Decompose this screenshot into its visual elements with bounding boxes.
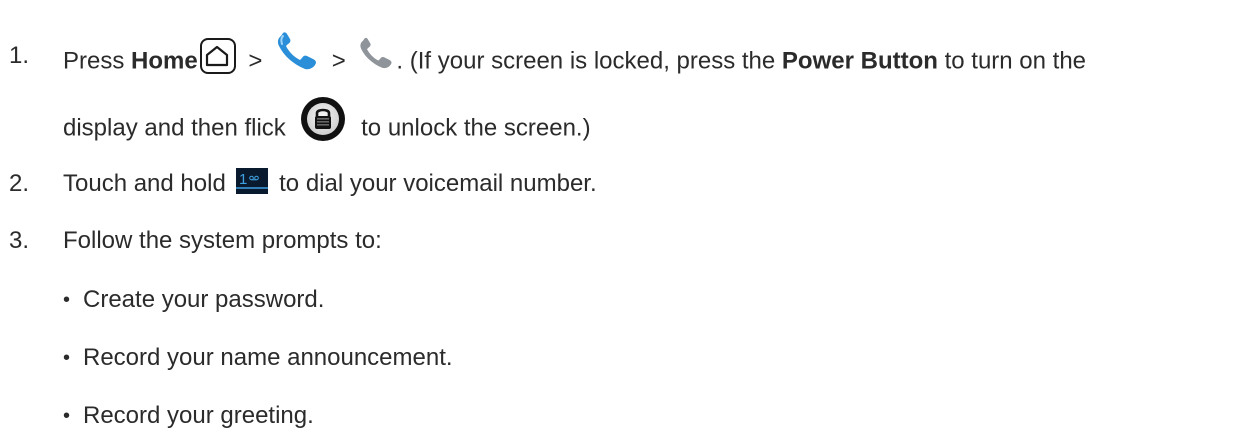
home-key-icon bbox=[199, 38, 236, 74]
step-number: 3. bbox=[9, 227, 30, 254]
step-text: Press Home > > . (If your screen is lock… bbox=[63, 32, 1086, 82]
svg-text:1: 1 bbox=[239, 171, 247, 188]
voicemail-key-icon: 1 bbox=[236, 167, 269, 194]
step-number: 2. bbox=[9, 170, 30, 197]
instruction-page: 1. Press Home > > . (If your screen is l… bbox=[0, 0, 1245, 444]
step-text: Follow the system prompts to: bbox=[63, 227, 382, 254]
bullet-icon: • bbox=[63, 347, 71, 369]
step-text: display and then flick to unlock the scr… bbox=[63, 97, 591, 152]
phone-tab-icon bbox=[358, 36, 394, 72]
bullet-icon: • bbox=[63, 405, 71, 427]
phone-app-icon bbox=[275, 32, 319, 72]
step-number: 1. bbox=[9, 42, 30, 69]
step-text: Touch and hold 1 to dial your voicemail … bbox=[63, 167, 597, 198]
power-button-label: Power Button bbox=[781, 47, 938, 75]
bullet-icon: • bbox=[63, 289, 71, 311]
home-label: Home bbox=[131, 47, 198, 75]
unlock-icon bbox=[300, 96, 346, 142]
